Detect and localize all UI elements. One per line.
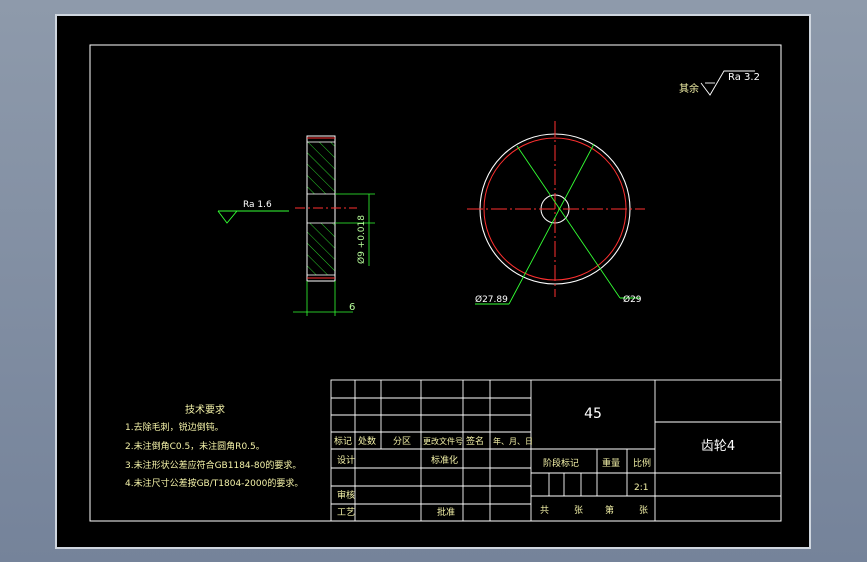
svg-text:签名: 签名 [466, 435, 484, 447]
svg-text:审核: 审核 [337, 489, 355, 501]
svg-text:工艺: 工艺 [337, 507, 355, 518]
svg-text:标准化: 标准化 [431, 454, 458, 466]
svg-text:重量: 重量 [602, 457, 620, 469]
width-dimension: 6 [349, 302, 355, 313]
svg-text:阶段标记: 阶段标记 [543, 457, 579, 469]
svg-text:张: 张 [639, 505, 648, 516]
svg-text:处数: 处数 [358, 435, 376, 447]
svg-text:更改文件号: 更改文件号 [423, 436, 463, 446]
svg-text:比例: 比例 [633, 457, 651, 469]
roughness-face-icon [217, 210, 289, 224]
tech-item-3: 3.未注形状公差应符合GB1184-80的要求。 [125, 459, 301, 471]
pitch-diameter: Ø27.89 [475, 294, 508, 305]
drawing-canvas: 其余 Ra 3.2 Ø9 +0.018 6 Ra 1.6 Ø27.89 Ø29 … [89, 44, 782, 522]
tech-requirements: 技术要求 1.去除毛刺，锐边倒钝。 2.未注倒角C0.5，未注圆角R0.5。 3… [125, 403, 303, 489]
svg-text:标记: 标记 [334, 435, 352, 447]
tech-item-1: 1.去除毛刺，锐边倒钝。 [125, 421, 224, 433]
svg-text:分区: 分区 [393, 436, 411, 447]
svg-text:年、月、日: 年、月、日 [493, 436, 533, 446]
gear-front-view: Ø27.89 Ø29 [467, 121, 645, 305]
gear-side-view: Ø9 +0.018 6 Ra 1.6 [217, 135, 375, 316]
tech-title: 技术要求 [185, 403, 225, 416]
roughness-other: 其余 Ra 3.2 [679, 70, 760, 96]
title-block-text: 45 齿轮4 标记 处数 分区 更改文件号 签名 年、月、日 设计 标准化 审核… [334, 406, 735, 518]
svg-text:张: 张 [574, 505, 583, 516]
drawing-sheet: 其余 Ra 3.2 Ø9 +0.018 6 Ra 1.6 Ø27.89 Ø29 … [55, 14, 811, 549]
tech-item-4: 4.未注尺寸公差按GB/T1804-2000的要求。 [125, 477, 303, 489]
svg-text:共: 共 [540, 505, 549, 516]
svg-text:2:1: 2:1 [634, 483, 648, 493]
svg-text:设计: 设计 [337, 454, 355, 466]
roughness-face-value: Ra 1.6 [243, 200, 272, 210]
roughness-other-prefix: 其余 [679, 82, 699, 95]
roughness-other-value: Ra 3.2 [728, 72, 760, 83]
svg-text:批准: 批准 [437, 506, 455, 518]
outer-diameter: Ø29 [623, 294, 642, 305]
svg-text:第: 第 [605, 504, 614, 516]
part-name: 齿轮4 [701, 439, 735, 454]
tech-item-2: 2.未注倒角C0.5，未注圆角R0.5。 [125, 440, 265, 452]
material: 45 [584, 406, 602, 422]
bore-dimension: Ø9 +0.018 [356, 215, 367, 264]
